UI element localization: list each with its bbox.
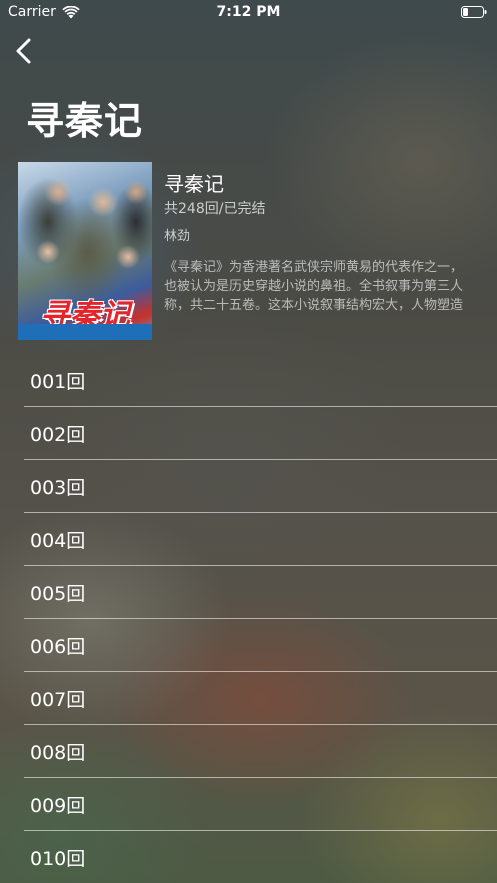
cover-band — [18, 324, 152, 340]
episode-row[interactable]: 002回 — [24, 407, 497, 460]
episode-row[interactable]: 007回 — [24, 672, 497, 725]
episode-row[interactable]: 005回 — [24, 566, 497, 619]
episode-list: 001回 002回 003回 004回 005回 006回 007回 008回 009回 010回 — [24, 354, 497, 883]
back-button[interactable] — [12, 36, 36, 66]
episode-label: 005回 — [30, 582, 86, 605]
show-title: 寻秦记 — [164, 172, 224, 196]
episode-label: 007回 — [30, 688, 86, 711]
page-title: 寻秦记 — [26, 99, 144, 143]
cover-artwork — [18, 162, 152, 302]
episode-row[interactable]: 009回 — [24, 778, 497, 831]
episode-label: 002回 — [30, 423, 86, 446]
episode-row[interactable]: 010回 — [24, 831, 497, 883]
episode-label: 008回 — [30, 741, 86, 764]
author-name: 林劲 — [164, 229, 191, 244]
episode-label: 009回 — [30, 794, 86, 817]
episode-row[interactable]: 008回 — [24, 725, 497, 778]
show-description: 《寻秦记》为香港著名武侠宗师黄易的代表作之一，也被认为是历史穿越小说的鼻祖。全书… — [164, 260, 464, 313]
episode-label: 003回 — [30, 476, 86, 499]
episode-row[interactable]: 003回 — [24, 460, 497, 513]
episode-row[interactable]: 001回 — [24, 354, 497, 407]
clock: 7:12 PM — [216, 4, 281, 20]
episode-label: 004回 — [30, 529, 86, 552]
episode-row[interactable]: 006回 — [24, 619, 497, 672]
episode-label: 006回 — [30, 635, 86, 658]
cover-image: 寻秦记 — [18, 162, 152, 340]
episode-label: 001回 — [30, 370, 86, 393]
episode-label: 010回 — [30, 847, 86, 870]
episode-count: 共248回/已完结 — [164, 201, 266, 217]
episode-row[interactable]: 004回 — [24, 513, 497, 566]
status-bar: Carrier 7:12 PM — [0, 0, 497, 26]
battery-icon — [461, 6, 487, 18]
